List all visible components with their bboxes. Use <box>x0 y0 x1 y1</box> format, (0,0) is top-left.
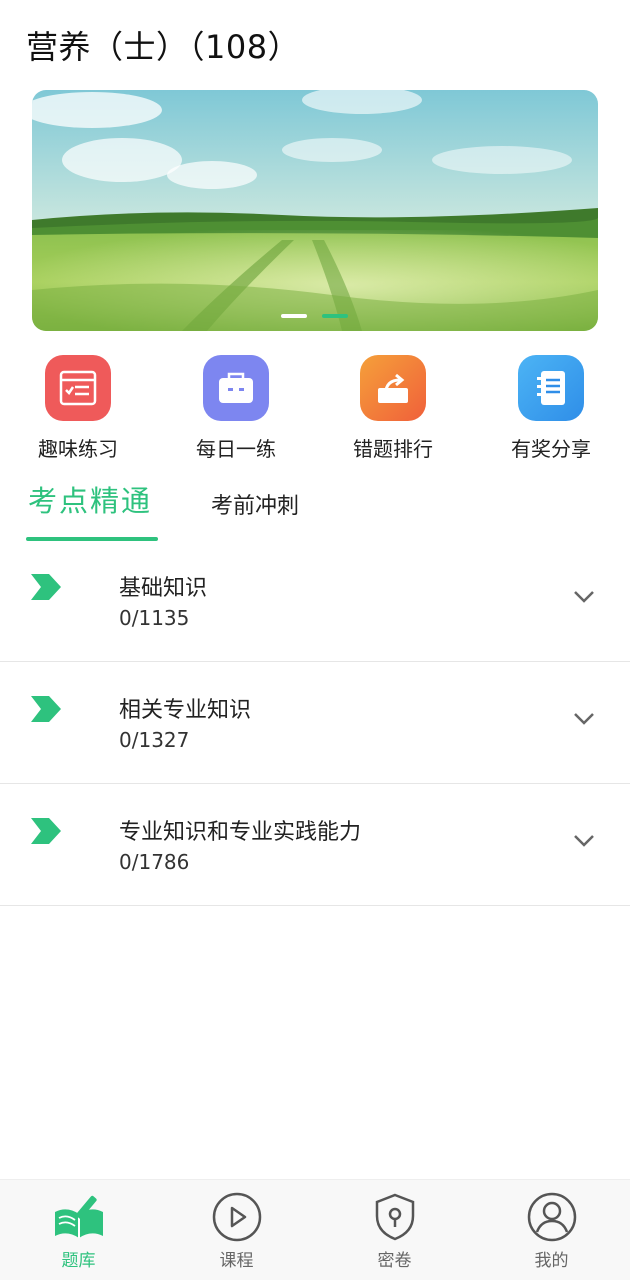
quick-action-fun-practice[interactable]: 趣味练习 <box>8 355 148 462</box>
section-progress: 0/1135 <box>119 606 190 630</box>
chevron-down-icon[interactable] <box>573 712 595 726</box>
quick-actions: 趣味练习 每日一练 错题排行 有奖分享 <box>0 355 630 465</box>
shield-lock-icon <box>375 1193 414 1241</box>
nav-label: 我的 <box>534 1251 569 1271</box>
quick-action-label: 趣味练习 <box>38 437 118 461</box>
carousel-dot-2[interactable] <box>322 314 348 318</box>
chevron-flag-icon <box>31 696 61 722</box>
nav-label: 题库 <box>61 1251 96 1271</box>
quick-action-label: 每日一练 <box>196 437 276 461</box>
carousel-dot-1[interactable] <box>281 314 307 318</box>
nav-label: 课程 <box>219 1251 254 1271</box>
quick-action-label: 有奖分享 <box>511 437 591 461</box>
play-circle-icon <box>212 1192 261 1242</box>
section-title: 基础知识 <box>119 576 208 601</box>
chevron-down-icon[interactable] <box>573 834 595 848</box>
user-circle-icon <box>527 1192 576 1242</box>
nav-courses[interactable]: 课程 <box>158 1180 315 1280</box>
nav-secret-papers[interactable]: 密卷 <box>316 1180 473 1280</box>
quick-action-wrong-ranking[interactable]: 错题排行 <box>323 355 463 462</box>
share-box-icon <box>360 355 426 421</box>
tab-pre-exam-sprint[interactable]: 考前冲刺 <box>211 488 299 520</box>
banner-image <box>32 90 598 331</box>
notebook-icon <box>518 355 584 421</box>
quick-action-share-reward[interactable]: 有奖分享 <box>481 355 621 462</box>
tab-key-points[interactable]: 考点精通 <box>28 478 152 520</box>
section-progress: 0/1786 <box>119 850 190 874</box>
chevron-flag-icon <box>31 818 61 844</box>
chevron-flag-icon <box>31 574 61 600</box>
section-title: 相关专业知识 <box>119 698 252 723</box>
chevron-down-icon[interactable] <box>573 590 595 604</box>
list-item[interactable]: 基础知识 0/1135 <box>0 540 630 662</box>
section-list: 基础知识 0/1135 相关专业知识 0/1327 专业知识和专业实践能力 0/… <box>0 540 630 906</box>
section-progress: 0/1327 <box>119 728 190 752</box>
briefcase-icon <box>203 355 269 421</box>
page-title: 营养（士）（108） <box>26 28 301 66</box>
quick-action-label: 错题排行 <box>353 437 433 461</box>
section-title: 专业知识和专业实践能力 <box>119 820 362 845</box>
list-item[interactable]: 专业知识和专业实践能力 0/1786 <box>0 784 630 906</box>
book-pen-icon <box>54 1195 103 1238</box>
bottom-nav: 题库 课程 密卷 我的 <box>0 1179 630 1280</box>
nav-profile[interactable]: 我的 <box>473 1180 630 1280</box>
nav-label: 密卷 <box>377 1251 412 1271</box>
quiz-sheet-icon <box>45 355 111 421</box>
carousel-indicators <box>32 314 598 318</box>
list-item[interactable]: 相关专业知识 0/1327 <box>0 662 630 784</box>
tab-bar: 考点精通 考前冲刺 <box>0 478 630 544</box>
nav-question-bank[interactable]: 题库 <box>0 1180 157 1280</box>
banner-carousel[interactable] <box>32 90 598 331</box>
quick-action-daily[interactable]: 每日一练 <box>166 355 306 462</box>
